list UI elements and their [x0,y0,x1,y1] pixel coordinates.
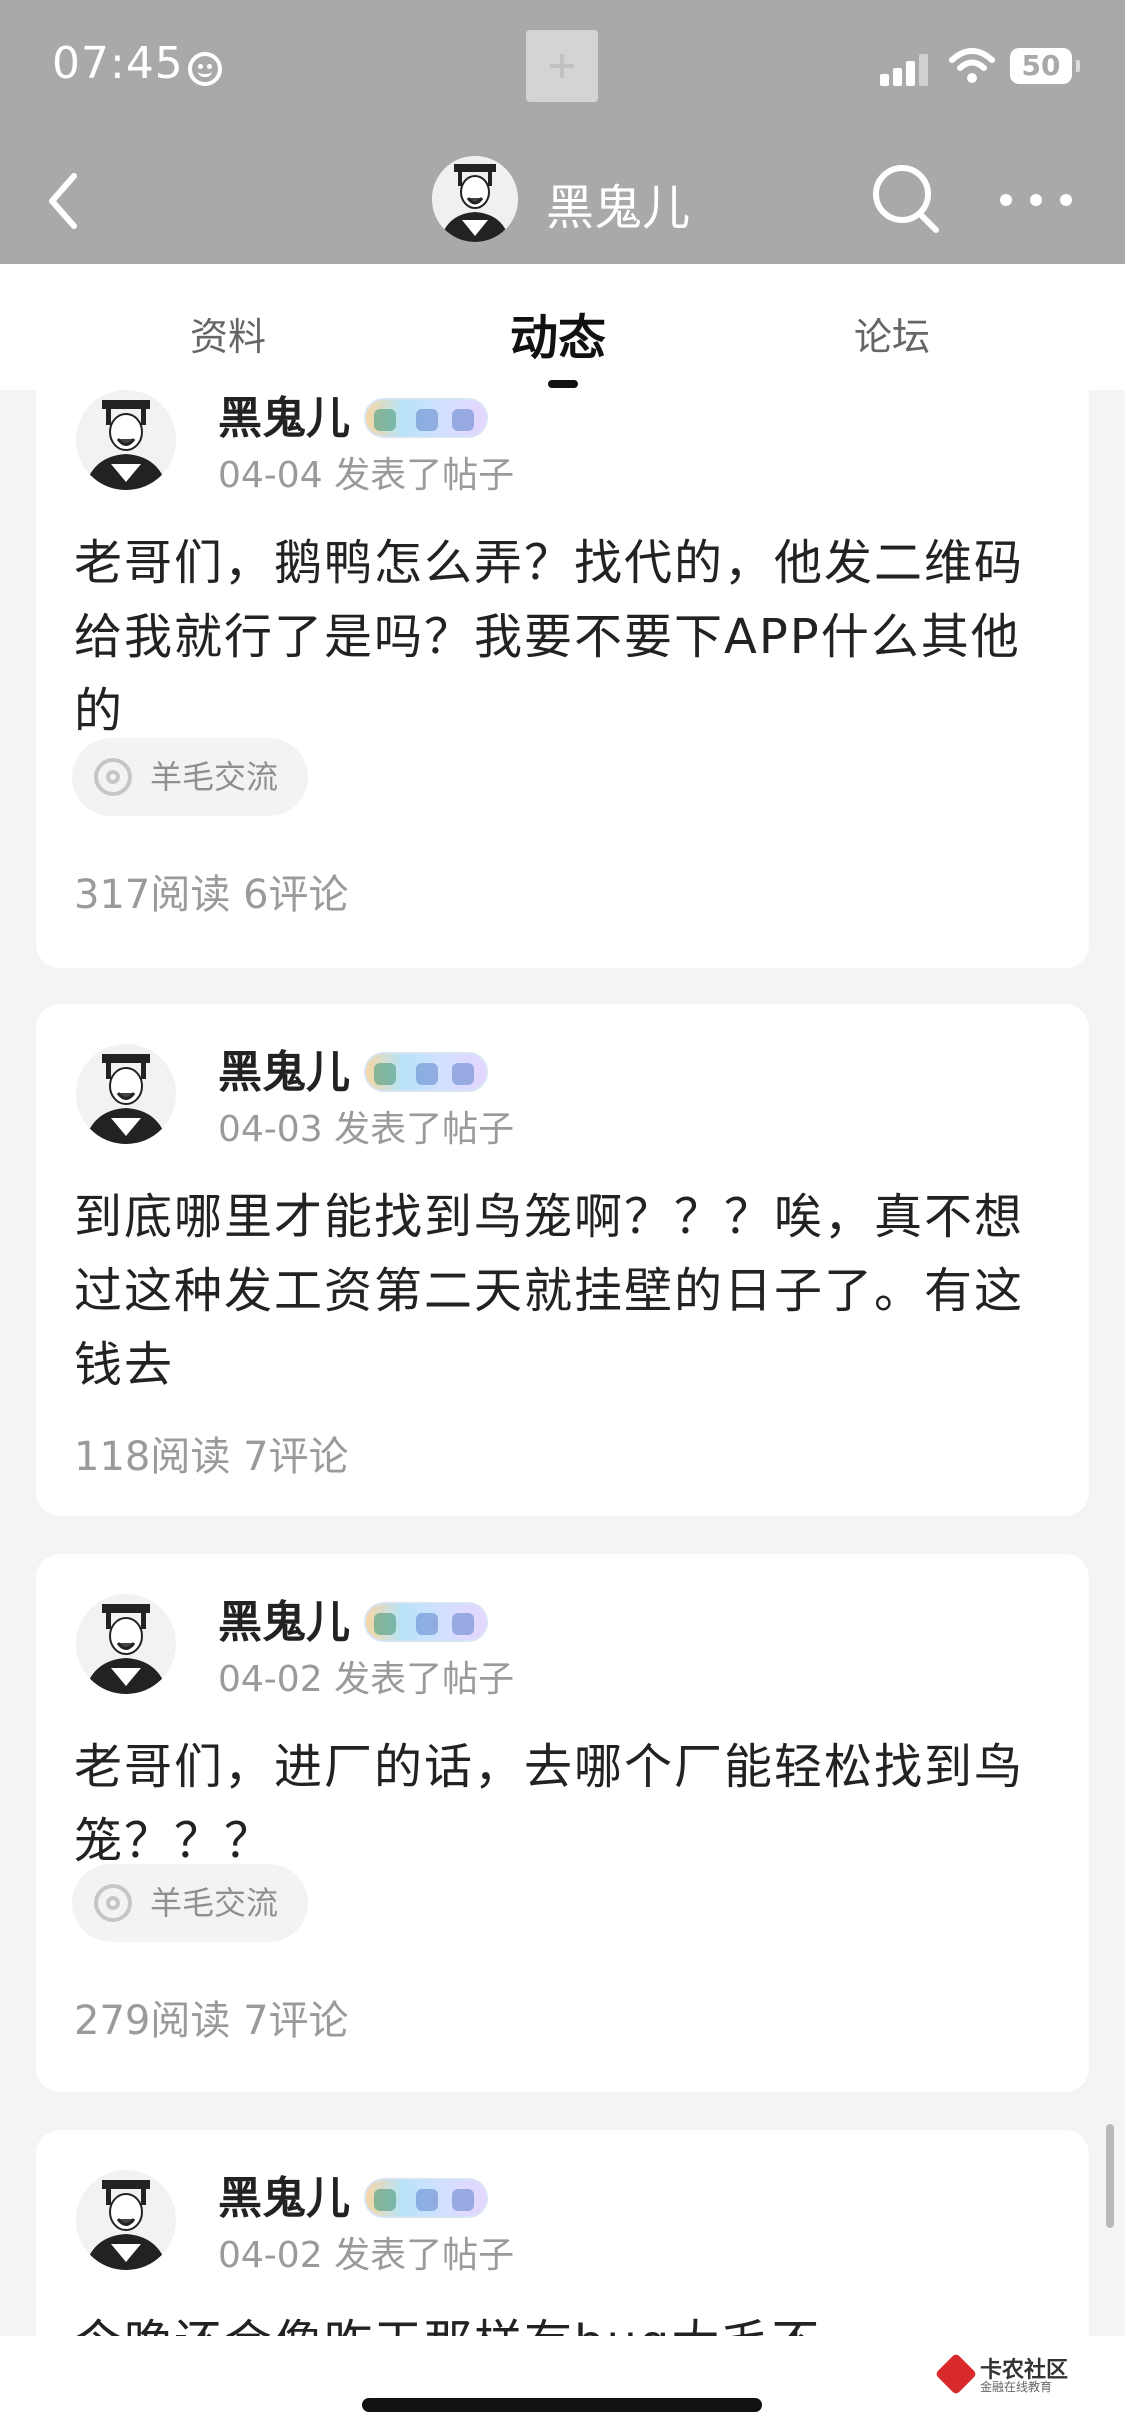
smiley-icon [188,52,222,86]
active-tab-indicator [548,380,578,388]
avatar[interactable] [76,1594,176,1694]
post-card[interactable]: 黑鬼儿 04-03 发表了帖子 到底哪里才能找到鸟笼啊？？？唉，真不想过这种发工… [36,1004,1089,1516]
header: 07:45 50 黑鬼儿 [0,0,1125,264]
topic-tag[interactable]: 羊毛交流 [72,738,309,816]
post-author[interactable]: 黑鬼儿 [218,390,350,446]
post-meta: 04-04 发表了帖子 [218,446,514,498]
tab-bar: 资料 动态 论坛 [0,264,1125,390]
tab-activity[interactable]: 动态 [510,298,606,368]
post-action: 发表了帖子 [334,1659,515,1700]
more-options-icon[interactable] [996,184,1076,214]
topic-tag-icon [94,1884,132,1922]
scrollbar[interactable] [1106,2124,1114,2228]
topic-tag-icon [94,758,132,796]
topic-tag[interactable]: 羊毛交流 [72,1864,309,1942]
post-card[interactable]: 黑鬼儿 04-02 发表了帖子 今晚还会像昨天那样有bug大毛不 [36,2130,1089,2336]
avatar[interactable] [432,156,518,242]
tab-profile[interactable]: 资料 [190,306,266,361]
screen: 07:45 50 黑鬼儿 资料 动态 论坛 黑鬼儿 04-04 发表了帖子 老哥… [0,0,1125,2436]
back-arrow-icon[interactable] [40,166,90,236]
post-stats: 118阅读 7评论 [74,1424,349,1482]
battery-indicator: 50 [1010,48,1080,84]
home-indicator[interactable] [362,2398,762,2412]
avatar[interactable] [76,1044,176,1144]
post-stats: 317阅读 6评论 [74,862,349,920]
post-card[interactable]: 黑鬼儿 04-04 发表了帖子 老哥们，鹅鸭怎么弄？找代的，他发二维码给我就行了… [36,390,1089,968]
post-meta: 04-02 发表了帖子 [218,2226,514,2278]
post-date: 04-02 [218,1659,323,1700]
status-time: 07:45 [52,38,184,89]
topic-tag-label: 羊毛交流 [150,758,279,796]
level-badge [364,2178,488,2218]
post-content[interactable]: 老哥们，鹅鸭怎么弄？找代的，他发二维码给我就行了是吗？我要不要下APP什么其他的 [74,526,1064,748]
search-icon[interactable] [868,158,944,238]
post-content[interactable]: 到底哪里才能找到鸟笼啊？？？唉，真不想过这种发工资第二天就挂壁的日子了。有这钱去 [74,1180,1064,1402]
avatar[interactable] [76,390,176,490]
post-author[interactable]: 黑鬼儿 [218,2162,350,2226]
avatar-illustration [76,390,176,490]
post-date: 04-03 [218,1109,323,1150]
watermark: 卡农社区 金融在线教育 [934,2352,1096,2396]
post-content[interactable]: 今晚还会像昨天那样有bug大毛不 [74,2306,1064,2336]
avatar[interactable] [76,2170,176,2270]
read-count: 118阅读 [74,1434,231,1480]
avatar-illustration [76,1044,176,1144]
nav-bar: 黑鬼儿 [0,136,1125,264]
post-feed[interactable]: 黑鬼儿 04-04 发表了帖子 老哥们，鹅鸭怎么弄？找代的，他发二维码给我就行了… [0,390,1125,2336]
level-badge [364,1052,488,1092]
post-author[interactable]: 黑鬼儿 [218,1586,350,1650]
post-meta: 04-03 发表了帖子 [218,1100,514,1152]
level-badge [364,398,488,438]
post-date: 04-04 [218,455,323,496]
post-action: 发表了帖子 [334,1109,515,1150]
post-action: 发表了帖子 [334,2235,515,2276]
tab-forum[interactable]: 论坛 [854,306,930,361]
comment-count[interactable]: 7评论 [243,1998,348,2044]
post-content[interactable]: 老哥们，进厂的话，去哪个厂能轻松找到鸟笼？？？ [74,1730,1064,1878]
level-badge [364,1602,488,1642]
read-count: 317阅读 [74,872,231,918]
comment-count[interactable]: 6评论 [243,872,348,918]
post-card[interactable]: 黑鬼儿 04-02 发表了帖子 老哥们，进厂的话，去哪个厂能轻松找到鸟笼？？？ … [36,1554,1089,2092]
avatar-illustration [76,1594,176,1694]
comment-count[interactable]: 7评论 [243,1434,348,1480]
wifi-icon [949,48,995,83]
plus-placeholder-icon [526,30,598,102]
post-date: 04-02 [218,2235,323,2276]
avatar-illustration [432,156,518,242]
read-count: 279阅读 [74,1998,231,2044]
post-stats: 279阅读 7评论 [74,1988,349,2046]
post-meta: 04-02 发表了帖子 [218,1650,514,1702]
cellular-signal-icon [880,52,932,86]
watermark-logo-icon [934,2352,978,2396]
status-bar: 07:45 50 [0,0,1125,136]
watermark-subtitle: 金融在线教育 [980,2380,1053,2394]
avatar-illustration [76,2170,176,2270]
post-action: 发表了帖子 [334,455,515,496]
page-title: 黑鬼儿 [546,180,691,236]
post-author[interactable]: 黑鬼儿 [218,1036,350,1100]
topic-tag-label: 羊毛交流 [150,1884,279,1922]
